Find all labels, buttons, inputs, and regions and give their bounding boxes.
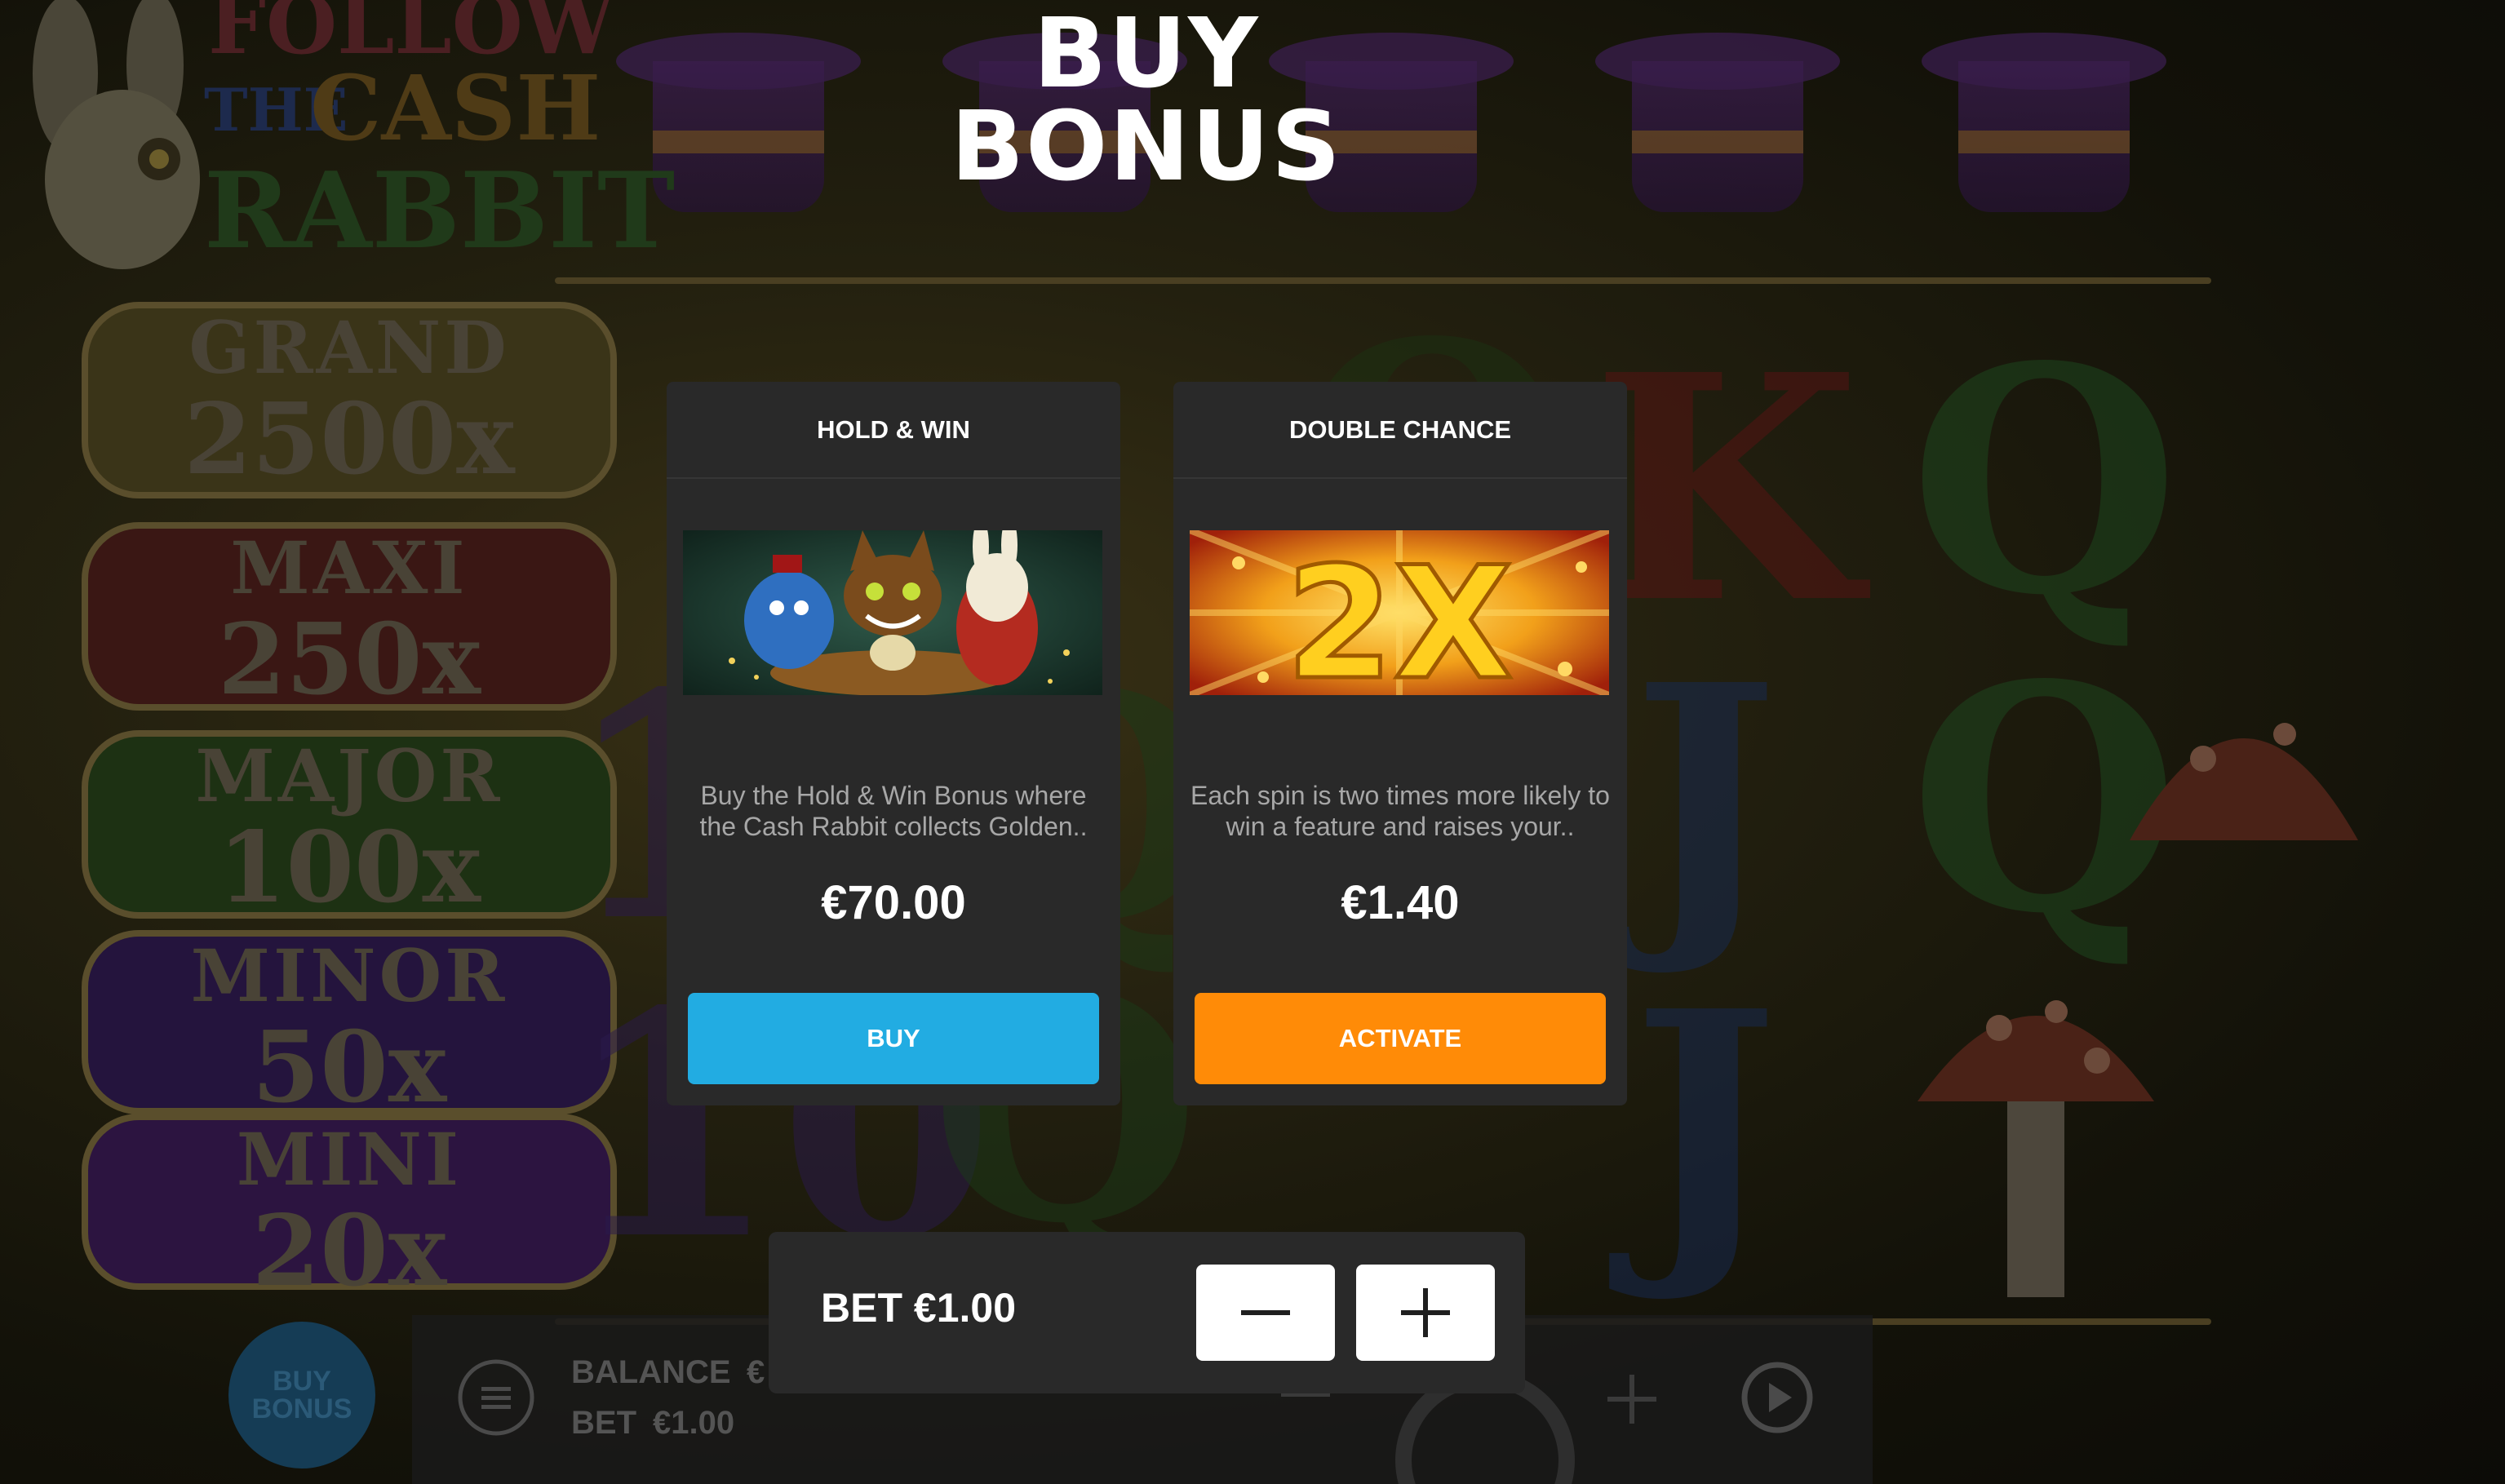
jackpot-major: MAJOR 100x (82, 730, 617, 925)
card-title: HOLD & WIN (667, 382, 1120, 479)
menu-icon[interactable] (457, 1358, 535, 1437)
top-hat-decoration (1922, 33, 2166, 220)
hold-and-win-card: HOLD & WIN Buy the Hold & Win Bonus wher… (667, 382, 1120, 1105)
reel-symbol: K (1591, 307, 1861, 671)
bottom-bet-value: €1.00 (653, 1405, 735, 1441)
jackpot-multiplier: 250x (217, 602, 481, 717)
buy-button[interactable]: BUY (688, 993, 1099, 1084)
top-hat-decoration (1595, 33, 1840, 220)
jackpot-name: MINI (236, 1117, 463, 1202)
plus-icon (1401, 1288, 1450, 1337)
jackpot-multiplier: 50x (251, 1010, 447, 1125)
bet-panel: BET €1.00 (769, 1232, 1525, 1393)
bet-increase-button[interactable] (1356, 1265, 1495, 1361)
bet-label: BET €1.00 (821, 1285, 1017, 1331)
bet-decrease-button[interactable] (1196, 1265, 1335, 1361)
autoplay-icon[interactable] (1738, 1358, 1816, 1437)
reel-symbol: Q (1909, 299, 2180, 663)
mad-tea-party-image (683, 530, 1102, 695)
jackpot-name: MAJOR (195, 733, 503, 818)
card-description: Buy the Hold & Win Bonus where the Cash … (699, 781, 1088, 841)
jackpot-grand: GRAND 2500x (82, 302, 617, 498)
jackpot-minor: MINOR 50x (82, 930, 617, 1121)
game-logo-the: THE (204, 75, 348, 144)
reel-symbol: J (1632, 943, 1779, 1308)
jackpot-multiplier: 20x (251, 1194, 447, 1309)
card-price: €1.40 (1341, 876, 1460, 929)
reel-symbol: J (1632, 617, 1779, 981)
bottom-plus-icon[interactable] (1607, 1375, 1656, 1424)
jackpot-multiplier: 100x (217, 810, 481, 925)
jackpot-mini: MINI 20x (82, 1114, 617, 1305)
jackpot-name: MAXI (230, 525, 468, 610)
mushroom-decoration (1918, 1000, 2154, 1297)
activate-button[interactable]: ACTIVATE (1195, 993, 1606, 1084)
jackpot-name: GRAND (188, 305, 510, 390)
white-rabbit-icon (33, 0, 200, 269)
jackpot-name: MINOR (190, 933, 508, 1018)
game-logo-cash: CASH (310, 55, 601, 161)
2x-gold-burst-image: 2X (1190, 530, 1609, 695)
buy-bonus-title: BUY BONUS (898, 0, 1395, 202)
bottom-bet-label: BET (571, 1405, 636, 1441)
minus-icon (1241, 1310, 1290, 1315)
card-title: DOUBLE CHANCE (1173, 382, 1627, 479)
balance-value: € (747, 1354, 765, 1390)
buy-bonus-badge[interactable]: BUY BONUS (228, 1322, 375, 1468)
title-line-1: BUY (1033, 0, 1260, 109)
double-chance-card: DOUBLE CHANCE 2X Each spin is two times … (1173, 382, 1627, 1105)
card-description: Each spin is two times more likely to wi… (1190, 781, 1610, 841)
game-logo-rabbit: RABBIT (204, 150, 676, 272)
title-line-2: BONUS (951, 90, 1342, 202)
mushroom-decoration (2130, 723, 2358, 840)
balance-label: BALANCE (571, 1354, 731, 1390)
card-price: €70.00 (821, 876, 966, 929)
jackpot-multiplier: 2500x (184, 382, 515, 497)
2x-text: 2X (1286, 534, 1514, 695)
jackpot-maxi: MAXI 250x (82, 522, 617, 717)
